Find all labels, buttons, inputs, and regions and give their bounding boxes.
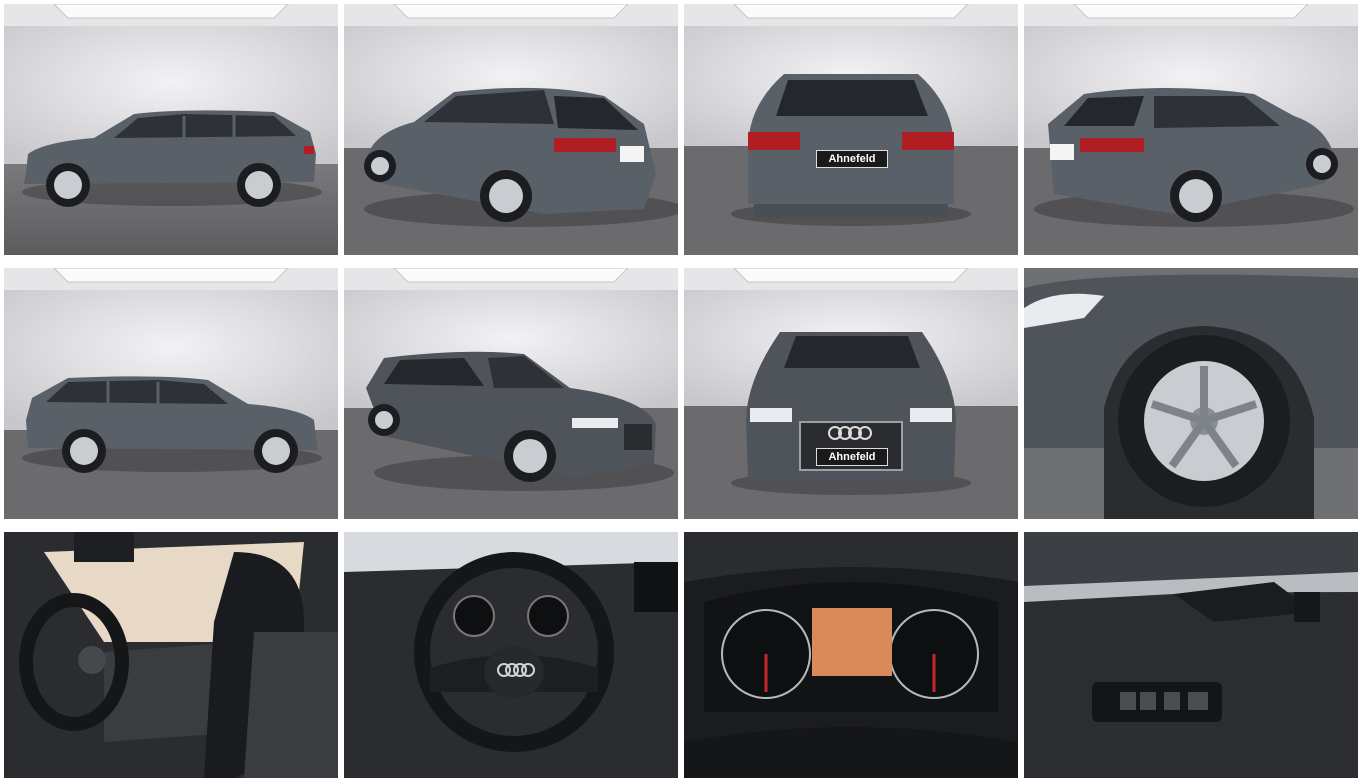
car-front-left-image <box>344 268 678 519</box>
gallery-photo-door-panel[interactable] <box>1024 532 1358 778</box>
photo-gallery: Ahnefeld Ahnefeld <box>0 0 1365 778</box>
car-rear-right-image <box>1024 4 1358 255</box>
wheel-detail-image <box>1024 268 1358 519</box>
gallery-photo-steering-wheel[interactable] <box>344 532 678 778</box>
car-rear-image <box>684 4 1018 255</box>
door-panel-image <box>1024 532 1358 778</box>
front-dealer-plate: Ahnefeld <box>816 448 888 466</box>
gallery-photo-rear[interactable]: Ahnefeld <box>684 4 1018 255</box>
instrument-cluster-image <box>684 532 1018 778</box>
rear-badge-text: Ahnefeld <box>828 153 876 165</box>
gallery-photo-interior-driver[interactable] <box>4 532 338 778</box>
car-side-right-image <box>4 268 338 519</box>
gallery-photo-front-three-quarter-left[interactable] <box>344 268 678 519</box>
gallery-photo-side-left[interactable] <box>4 4 338 255</box>
rear-dealer-badge: Ahnefeld <box>816 150 888 168</box>
steering-wheel-image <box>344 532 678 778</box>
car-front-image <box>684 268 1018 519</box>
gallery-photo-side-right[interactable] <box>4 268 338 519</box>
gallery-photo-front[interactable]: Ahnefeld <box>684 268 1018 519</box>
car-side-left-image <box>4 4 338 255</box>
interior-driver-image <box>4 532 338 778</box>
gallery-photo-wheel-detail[interactable] <box>1024 268 1358 519</box>
car-rear-left-image <box>344 4 678 255</box>
front-plate-text: Ahnefeld <box>828 451 876 463</box>
gallery-photo-instrument-cluster[interactable] <box>684 532 1018 778</box>
gallery-photo-rear-three-quarter-left[interactable] <box>344 4 678 255</box>
gallery-photo-rear-three-quarter-right[interactable] <box>1024 4 1358 255</box>
